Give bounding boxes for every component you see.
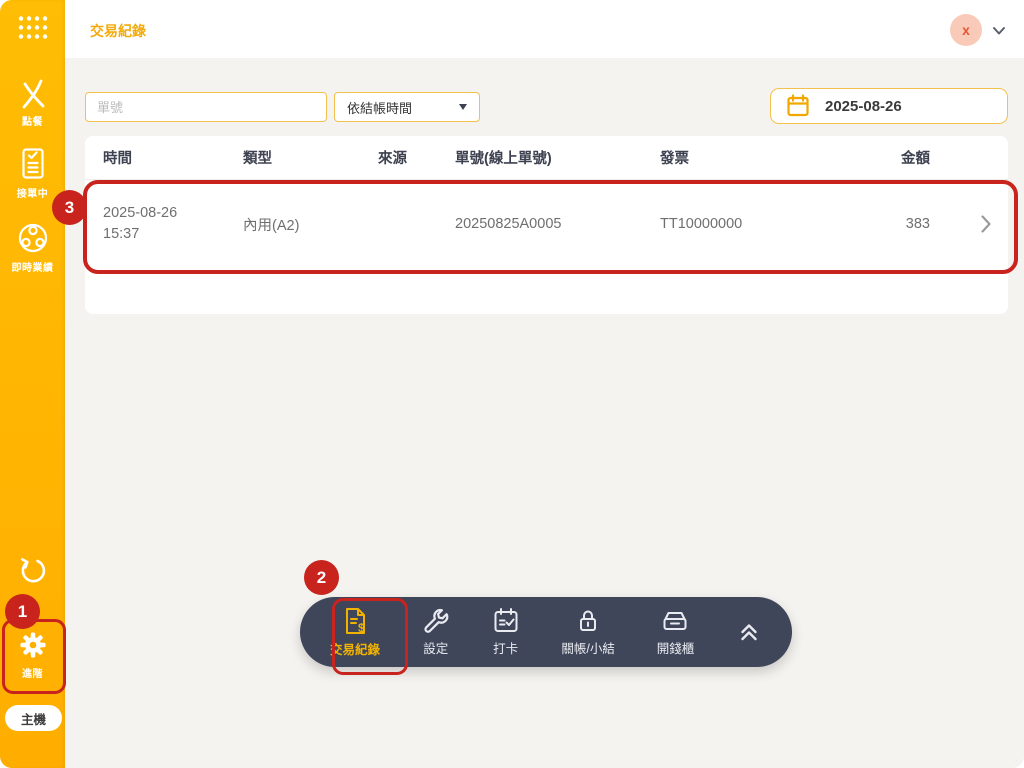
date-value: 2025-08-26 [825,97,902,115]
live-performance-icon [15,220,51,256]
calendar-icon [785,93,811,119]
page-title: 交易紀錄 [90,23,146,39]
cell-order-no: 20250825A0005 [455,216,562,232]
calendar-check-icon [492,607,520,635]
sidebar-item-order[interactable]: 點餐 [0,78,65,128]
wrench-icon [422,607,450,635]
header-source: 來源 [378,151,407,167]
toolbar-collapse-button[interactable] [736,619,762,645]
sidebar-item-label: 進階 [22,669,43,680]
header-order-no: 單號(線上單號) [455,151,552,167]
sort-by-dropdown[interactable]: 依結帳時間 [334,92,480,122]
host-badge: 主機 [5,705,62,731]
top-bar: 交易紀錄 x [65,0,1024,58]
orders-clipboard-icon [17,146,49,182]
apps-grid-icon [17,14,49,41]
dine-order-icon [16,78,50,110]
chevron-down-icon[interactable] [992,26,1006,36]
order-number-input[interactable] [85,92,327,122]
header-time: 時間 [103,151,132,167]
cell-type: 內用(A2) [243,217,300,234]
toolbar-item-transactions[interactable]: $ 交易紀錄 [330,606,380,658]
user-avatar[interactable]: x [950,14,982,46]
header-amount: 金額 [901,151,930,167]
cell-time: 2025-08-26 15:37 [103,205,178,242]
toolbar-item-settings[interactable]: 設定 [422,607,450,657]
sidebar-item-label: 點餐 [22,117,43,128]
cell-invoice: TT10000000 [660,216,743,232]
sidebar: 點餐 接單中 即時業績 進階 主機 [0,0,65,768]
sort-by-value: 依結帳時間 [347,100,413,116]
cell-amount: 383 [905,216,930,232]
gear-icon [16,628,50,662]
sidebar-item-live-performance[interactable]: 即時業績 [0,220,65,274]
table-row[interactable]: 2025-08-26 15:37 內用(A2) 20250825A0005 TT… [85,180,1008,268]
avatar-initial: x [962,22,970,38]
toolbar-item-cash-drawer[interactable]: 開錢櫃 [656,607,695,657]
sidebar-item-label: 接單中 [16,189,49,200]
apps-menu-button[interactable] [0,14,65,41]
table-header-row: 時間 類型 來源 單號(線上單號) 發票 金額 [85,136,1008,180]
double-chevron-up-icon [736,619,762,645]
document-dollar-icon: $ [341,606,369,636]
toolbar-item-label: 關帳/小結 [561,642,615,656]
header-type: 類型 [243,151,272,167]
toolbar-item-label: 打卡 [493,642,519,656]
toolbar-item-label: 交易紀錄 [330,643,381,657]
padlock-icon [574,607,602,635]
chevron-right-icon [952,214,992,234]
sidebar-item-label: 即時業績 [11,263,54,274]
svg-text:$: $ [358,621,365,635]
transactions-table: 時間 類型 來源 單號(線上單號) 發票 金額 2025-08-26 15:37… [85,136,1008,314]
toolbar-item-label: 開錢櫃 [656,642,695,656]
sidebar-item-orders-in-progress[interactable]: 接單中 [0,146,65,200]
bottom-toolbar: $ 交易紀錄 設定 打卡 關帳/小結 開錢櫃 [300,597,792,667]
refresh-icon [18,556,48,586]
header-invoice: 發票 [660,151,689,167]
toolbar-item-close-account[interactable]: 關帳/小結 [561,607,615,657]
sidebar-refresh-button[interactable] [0,556,65,586]
sidebar-item-advanced[interactable]: 進階 [0,628,65,680]
cash-drawer-icon [660,607,690,635]
main-content: 依結帳時間 2025-08-26 時間 類型 來源 單號(線上單號) 發票 [65,58,1024,768]
date-picker[interactable]: 2025-08-26 [770,88,1008,124]
toolbar-item-label: 設定 [423,642,449,656]
triangle-down-icon [459,104,467,110]
app-window: 交易紀錄 x 依結帳時間 2025-08-26 [0,0,1024,768]
toolbar-item-clock-in[interactable]: 打卡 [492,607,520,657]
